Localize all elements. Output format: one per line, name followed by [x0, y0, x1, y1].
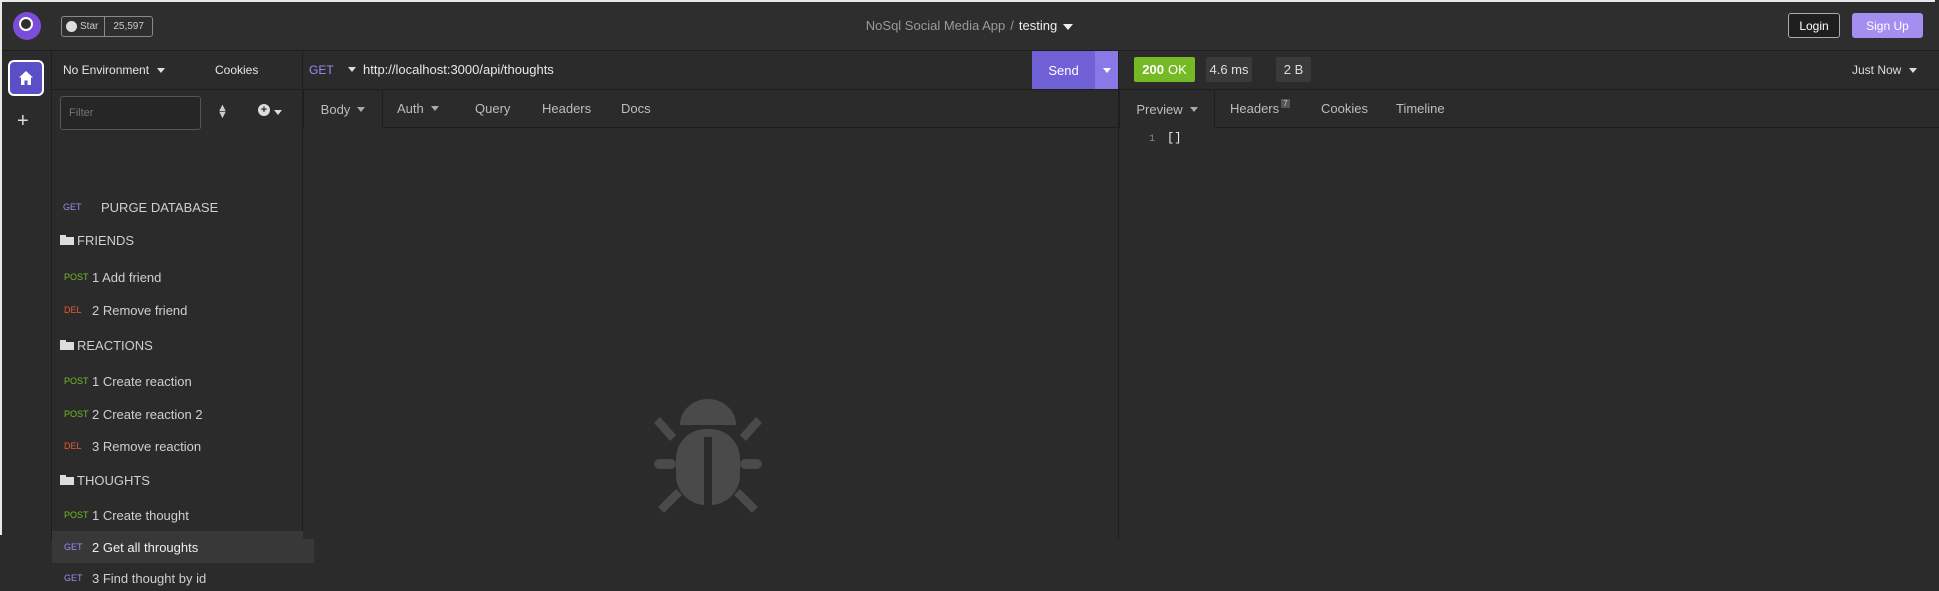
history-dropdown[interactable]: Just Now — [1852, 63, 1918, 77]
response-tabs: Preview Headers 7 Cookies Timeline — [1119, 90, 1939, 128]
request-label: 1 Add friend — [92, 269, 162, 285]
home-button[interactable] — [8, 60, 44, 96]
method-badge: DEL — [64, 441, 82, 451]
timestamp-label: Just Now — [1852, 63, 1902, 77]
url-bar: GET http://localhost:3000/api/thoughts S… — [303, 51, 1118, 90]
folder-icon — [60, 475, 74, 485]
tab-response-headers[interactable]: Headers 7 — [1230, 90, 1290, 127]
folder-thoughts[interactable]: THOUGHTS — [60, 470, 150, 490]
tab-label: Headers — [1230, 101, 1280, 116]
method-badge: POST — [64, 510, 89, 520]
status-badge: 200 OK — [1134, 57, 1195, 82]
status-code: 200 — [1142, 62, 1164, 77]
method-badge: POST — [64, 272, 89, 282]
tab-timeline[interactable]: Timeline — [1396, 90, 1445, 127]
left-rail: + — [0, 51, 52, 539]
request-label: 2 Create reaction 2 — [92, 406, 203, 422]
method-badge: GET — [64, 573, 83, 583]
chevron-down-icon[interactable] — [1063, 23, 1074, 30]
tab-docs[interactable]: Docs — [621, 90, 651, 127]
sidebar-item-remove-friend[interactable]: DEL 2 Remove friend — [52, 297, 314, 323]
sidebar-item-create-thought[interactable]: POST 1 Create thought — [52, 502, 314, 528]
headers-count-badge: 7 — [1281, 99, 1290, 108]
send-options-button[interactable] — [1095, 51, 1118, 89]
url-input[interactable]: http://localhost:3000/api/thoughts — [363, 62, 554, 77]
request-tabs: Body Auth Query Headers Docs — [303, 90, 1118, 128]
bug-icon — [654, 399, 762, 513]
request-label: 3 Remove reaction — [92, 438, 202, 454]
request-label: 2 Get all throughts — [92, 539, 199, 555]
folder-reactions[interactable]: REACTIONS — [60, 335, 153, 355]
tab-label: Body — [320, 101, 351, 117]
chevron-down-icon — [357, 106, 366, 112]
chevron-down-icon — [1909, 68, 1918, 74]
sidebar-item-get-all-throughts[interactable]: GET 2 Get all throughts — [52, 531, 314, 563]
folder-friends[interactable]: FRIENDS — [60, 230, 134, 250]
sidebar-item-find-thought-by-id[interactable]: GET 3 Find thought by id — [52, 565, 314, 591]
request-label: 1 Create thought — [92, 507, 189, 523]
sidebar-item-create-reaction-2[interactable]: POST 2 Create reaction 2 — [52, 401, 314, 427]
filter-input[interactable] — [60, 96, 201, 130]
cookies-button[interactable]: Cookies — [215, 63, 258, 77]
request-label: 1 Create reaction — [92, 373, 192, 389]
method-badge: GET — [64, 542, 83, 552]
chevron-down-icon — [430, 106, 439, 111]
chevron-down-icon[interactable] — [274, 110, 282, 115]
environment-selector[interactable]: No Environment — [63, 63, 166, 77]
folder-label: THOUGHTS — [77, 472, 150, 488]
status-text: OK — [1167, 62, 1187, 77]
response-body[interactable]: 1 [] — [1149, 131, 1181, 145]
folder-label: REACTIONS — [77, 337, 153, 353]
sidebar-item-purge-database[interactable]: GET PURGE DATABASE — [52, 194, 313, 220]
tab-preview[interactable]: Preview — [1119, 90, 1215, 128]
sidebar: No Environment Cookies ▲▼ + GET PURGE DAT… — [52, 51, 314, 586]
method-badge: GET — [63, 202, 82, 212]
tab-label: Auth — [397, 101, 424, 116]
chevron-down-icon — [1102, 67, 1111, 73]
response-size-badge: 2 B — [1276, 57, 1311, 82]
folder-label: FRIENDS — [77, 232, 135, 248]
login-button[interactable]: Login — [1788, 13, 1840, 38]
tab-response-cookies[interactable]: Cookies — [1321, 90, 1368, 127]
chevron-down-icon — [1189, 106, 1198, 112]
send-button[interactable]: Send — [1032, 51, 1095, 89]
sort-icon[interactable]: ▲ ▼ — [217, 103, 228, 121]
tab-headers[interactable]: Headers — [542, 90, 591, 127]
method-badge: DEL — [64, 305, 82, 315]
environment-label: No Environment — [63, 63, 150, 77]
folder-icon — [60, 340, 74, 350]
tab-label: Preview — [1136, 101, 1183, 117]
signup-button[interactable]: Sign Up — [1852, 13, 1923, 38]
home-icon — [19, 71, 33, 85]
request-label: 2 Remove friend — [92, 302, 188, 318]
chevron-down-icon[interactable] — [348, 67, 356, 72]
response-pane: 200 OK 4.6 ms 2 B Just Now Preview Header… — [1119, 51, 1939, 539]
sidebar-item-remove-reaction[interactable]: DEL 3 Remove reaction — [52, 433, 314, 459]
response-body-text: [] — [1167, 131, 1182, 145]
request-label: 3 Find thought by id — [92, 570, 207, 586]
method-badge: POST — [64, 409, 89, 419]
sidebar-item-create-reaction[interactable]: POST 1 Create reaction — [52, 368, 314, 394]
method-selector[interactable]: GET — [309, 63, 334, 77]
chevron-down-icon — [157, 68, 166, 74]
workspace-title[interactable]: NoSql Social Media App / testing — [0, 18, 1939, 33]
folder-icon — [60, 235, 74, 245]
top-bar: Star 25,597 NoSql Social Media App / testi… — [0, 0, 1939, 51]
sidebar-item-add-friend[interactable]: POST 1 Add friend — [52, 264, 314, 290]
breadcrumb-separator: / — [1010, 18, 1014, 33]
request-label: PURGE DATABASE — [101, 199, 219, 215]
tab-auth[interactable]: Auth — [397, 90, 439, 127]
project-name[interactable]: NoSql Social Media App — [866, 18, 1005, 33]
line-number: 1 — [1149, 134, 1156, 145]
add-request-icon[interactable]: + — [258, 104, 270, 116]
response-status-bar: 200 OK 4.6 ms 2 B Just Now — [1119, 51, 1939, 90]
workspace-name[interactable]: testing — [1019, 18, 1057, 33]
response-time-badge: 4.6 ms — [1206, 57, 1252, 82]
add-project-button[interactable]: + — [17, 111, 29, 131]
request-pane: GET http://localhost:3000/api/thoughts S… — [303, 51, 1119, 539]
tab-query[interactable]: Query — [475, 90, 510, 127]
environment-row: No Environment Cookies — [52, 51, 302, 90]
tab-body[interactable]: Body — [303, 90, 383, 128]
method-badge: POST — [64, 376, 89, 386]
